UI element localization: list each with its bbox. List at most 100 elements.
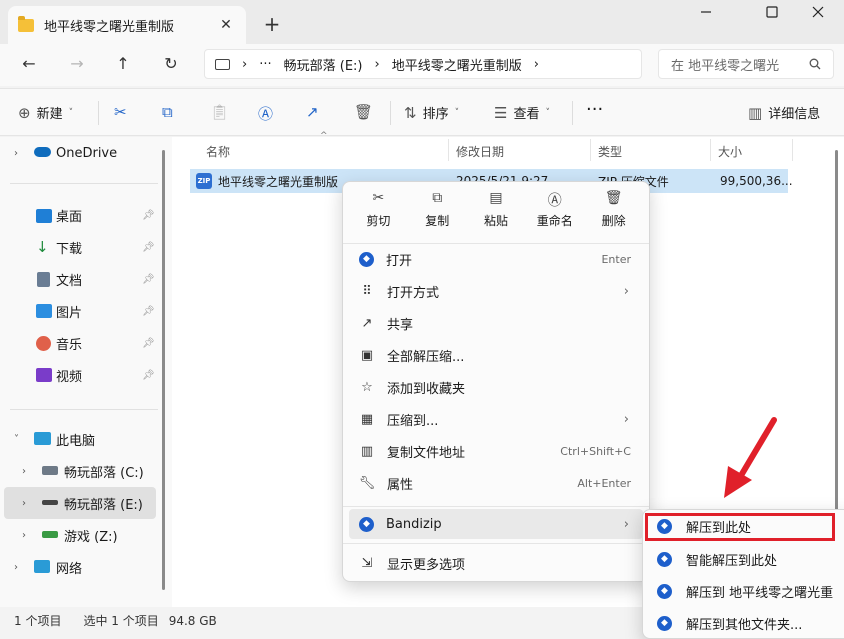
column-divider[interactable] [590,139,591,161]
music-icon [36,336,51,351]
menu-item-bandizip[interactable]: ◆ Bandizip › [349,509,643,539]
close-window-button[interactable] [798,6,838,26]
rename-action[interactable]: Ⓐ 重命名 [525,188,584,238]
copy-action[interactable]: ⧉ 复制 [408,188,467,238]
menu-item-copy-path[interactable]: ▥ 复制文件地址 Ctrl+Shift+C [349,436,643,466]
toolbar-divider [98,101,99,125]
copy-button[interactable]: ⧉ [162,103,173,121]
bandizip-icon: ◆ [359,516,374,532]
chevron-right-icon[interactable]: › [22,466,26,477]
pin-icon[interactable]: 📌︎ [142,242,155,253]
pin-icon[interactable]: 📌︎ [142,338,155,349]
item-count: 1 个项目 [14,614,62,628]
breadcrumb[interactable]: › ··· 畅玩部落 (E:) › 地平线零之曙光重制版 › [204,49,642,79]
sidebar-scrollbar[interactable] [162,150,165,590]
menu-item-add-favorites[interactable]: ☆ 添加到收藏夹 [349,372,643,402]
share-icon: ↗ [306,103,319,121]
trash-icon: 🗑︎ [354,103,374,121]
minimize-icon [701,11,711,13]
paste-button[interactable]: 📋︎ [210,103,229,121]
sidebar-item-label: 下载 [56,241,83,257]
menu-item-label: 智能解压到此处 [686,553,778,569]
desktop-icon [36,209,52,223]
chevron-right-icon[interactable]: › [22,530,26,541]
menu-item-extract-all[interactable]: ▣ 全部解压缩... [349,340,643,370]
sidebar-item-label: 桌面 [56,209,83,225]
sidebar-item-music[interactable]: 音乐 📌︎ [0,327,160,359]
pin-icon[interactable]: 📌︎ [142,306,155,317]
menu-item-properties[interactable]: 🔧︎ 属性 Alt+Enter [349,468,643,498]
share-button[interactable]: ↗ [306,103,319,121]
view-button[interactable]: ☰ 查看 ˅ [494,103,550,123]
breadcrumb-drive[interactable]: 畅玩部落 (E:) [284,55,363,74]
submenu-item-extract-here[interactable]: ◆ 解压到此处 [647,511,844,541]
refresh-icon[interactable]: ↻ [160,54,182,73]
pin-icon[interactable]: 📌︎ [142,274,155,285]
sidebar-item-desktop[interactable]: 桌面 📌︎ [0,199,160,231]
computer-icon[interactable] [215,58,230,70]
submenu-item-extract-to-folder[interactable]: ◆ 解压到 地平线零之曙光重 [647,576,844,606]
search-icon [809,58,821,70]
rename-button[interactable]: Ⓐ [258,103,273,124]
details-button[interactable]: ▥ 详细信息 [748,103,820,123]
pin-icon[interactable]: 📌︎ [142,210,155,221]
close-tab-icon[interactable]: ✕ [216,17,236,33]
sort-button[interactable]: ⇅ 排序 ˅ [404,103,459,123]
menu-item-compress-to[interactable]: ▦ 压缩到... › [349,404,643,434]
sidebar-item-label: 音乐 [56,337,83,353]
chevron-right-icon[interactable]: › [14,148,18,159]
rename-icon: Ⓐ [258,105,274,123]
menu-item-open-with[interactable]: ⠿ 打开方式 › [349,276,643,306]
sidebar-item-this-pc[interactable]: ˅ 此电脑 [0,423,160,455]
back-arrow-icon[interactable]: ← [18,54,40,73]
menu-item-label: 全部解压缩... [387,349,465,365]
menu-item-share[interactable]: ↗ 共享 [349,308,643,338]
cut-action[interactable]: ✂ 剪切 [349,188,408,238]
chevron-down-icon[interactable]: ˅ [14,434,19,445]
minimize-button[interactable] [686,6,726,26]
pin-icon[interactable]: 📌︎ [142,370,155,381]
sidebar-item-network[interactable]: › 网络 [0,551,160,583]
bandizip-icon: ◆ [657,615,672,631]
column-header-date[interactable]: 修改日期 [456,143,504,160]
archive-icon: ▦ [360,411,374,427]
sidebar-item-label: 游戏 (Z:) [64,529,118,545]
breadcrumb-folder[interactable]: 地平线零之曙光重制版 [392,55,522,74]
column-divider[interactable] [710,139,711,161]
chevron-right-icon[interactable]: › [14,562,18,573]
column-header-name[interactable]: 名称 [206,143,230,160]
new-tab-button[interactable]: + [262,12,282,36]
drive-icon [42,500,58,505]
sidebar-item-videos[interactable]: 视频 📌︎ [0,359,160,391]
column-header-type[interactable]: 类型 [598,143,622,160]
sidebar-item-drive-e[interactable]: › 畅玩部落 (E:) [4,487,156,519]
sidebar-item-pictures[interactable]: 图片 📌︎ [0,295,160,327]
cut-button[interactable]: ✂ [114,103,127,121]
forward-arrow-icon[interactable]: → [66,54,88,73]
rename-label: 重命名 [536,214,573,228]
tab-current[interactable]: 地平线零之曙光重制版 ✕ [8,6,246,44]
up-arrow-icon[interactable]: ↑ [112,54,134,73]
sidebar-item-downloads[interactable]: ↓ 下载 📌︎ [0,231,160,263]
submenu-item-smart-extract[interactable]: ◆ 智能解压到此处 [647,544,844,574]
search-input[interactable]: 在 地平线零之曙光 [658,49,834,79]
menu-item-open[interactable]: ◆ 打开 Enter [349,244,643,274]
breadcrumb-more[interactable]: ··· [259,57,271,72]
sidebar-item-drive-c[interactable]: › 畅玩部落 (C:) [0,455,160,487]
new-button[interactable]: ⊕ 新建 ˅ [18,103,73,123]
chevron-right-icon[interactable]: › [22,498,26,509]
sidebar-item-drive-z[interactable]: › 游戏 (Z:) [0,519,160,551]
toolbar-divider [572,101,573,125]
delete-button[interactable]: 🗑︎ [354,103,373,121]
column-header-size[interactable]: 大小 [718,143,742,160]
maximize-button[interactable] [752,6,792,26]
delete-action[interactable]: 🗑︎ 删除 [584,188,643,238]
sidebar-item-onedrive[interactable]: › OneDrive [0,137,160,169]
column-divider[interactable] [448,139,449,161]
column-divider[interactable] [792,139,793,161]
menu-item-more-options[interactable]: ⇲ 显示更多选项 [349,548,643,578]
paste-action[interactable]: ▤ 粘贴 [467,188,526,238]
pictures-icon [36,304,52,318]
more-options-button[interactable]: ··· [586,99,603,120]
sidebar-item-documents[interactable]: 文档 📌︎ [0,263,160,295]
